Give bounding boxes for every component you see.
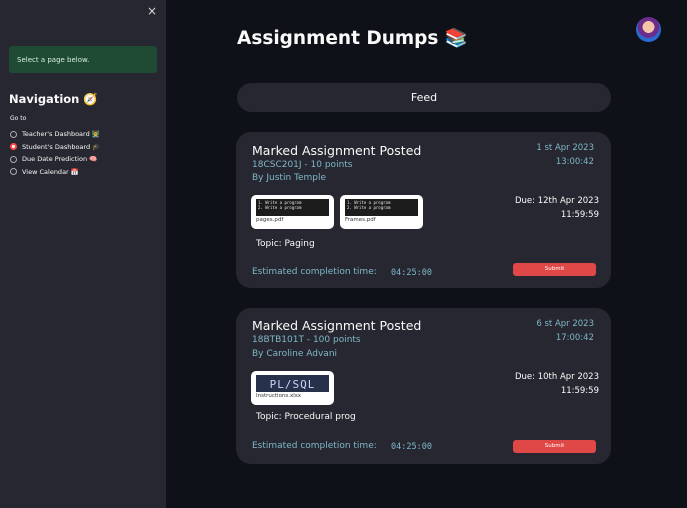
submit-button[interactable]: Submit [513, 263, 596, 276]
posted-date: 1 st Apr 2023 [536, 143, 594, 153]
due-time: 11:59:59 [560, 386, 599, 396]
radio-label: Due Date Prediction 🧠 [22, 155, 98, 164]
radio-icon [10, 155, 17, 163]
estimated-time-label: Estimated completion time: [252, 267, 377, 277]
radio-label: Student's Dashboard 🎓 [22, 142, 101, 151]
attachment-preview: 1. Write a program 2. Write a program [256, 199, 329, 216]
sidebar: × Select a page below. Navigation 🧭 Go t… [0, 0, 166, 508]
radio-due-date-prediction[interactable]: Due Date Prediction 🧠 [10, 153, 100, 166]
page-radio-group: Teacher's Dashboard 👨‍🏫 Student's Dashbo… [10, 128, 100, 178]
due-date: Due: 12th Apr 2023 [514, 196, 599, 206]
attachments: PL/SQL Instructions.xlsx [251, 371, 334, 405]
card-title: Marked Assignment Posted [252, 318, 422, 333]
close-sidebar-button[interactable]: × [147, 4, 157, 18]
radio-label: Teacher's Dashboard 👨‍🏫 [22, 130, 100, 139]
course-code: 18CSC201J - 10 points [252, 160, 353, 170]
radio-selected-icon [10, 143, 17, 151]
attachment-preview: PL/SQL [256, 375, 329, 392]
radio-students-dashboard[interactable]: Student's Dashboard 🎓 [10, 141, 100, 154]
user-avatar-icon[interactable] [636, 17, 661, 42]
info-box: Select a page below. [9, 46, 157, 73]
assignment-card: Marked Assignment Posted 18BTB101T - 100… [236, 308, 611, 464]
attachment-file[interactable]: 1. Write a program 2. Write a program pag… [251, 195, 334, 229]
topic: Topic: Paging [256, 239, 315, 249]
estimated-time-value: 04:25:00 [391, 268, 432, 278]
attachment-name: pages.pdf [256, 217, 284, 223]
estimated-time-value: 04:25:00 [391, 442, 432, 452]
page-title: Assignment Dumps 📚 [237, 28, 468, 49]
author: By Justin Temple [252, 173, 327, 183]
posted-date: 6 st Apr 2023 [536, 319, 594, 329]
course-code: 18BTB101T - 100 points [252, 335, 361, 345]
radio-icon [10, 130, 17, 138]
attachment-file[interactable]: 1. Write a program 2. Write a program Fra… [340, 195, 423, 229]
attachment-preview: 1. Write a program 2. Write a program [345, 199, 418, 216]
submit-button[interactable]: Submit [513, 440, 596, 453]
assignment-card: Marked Assignment Posted 18CSC201J - 10 … [236, 132, 611, 288]
radio-label: View Calendar 📅 [22, 167, 79, 176]
radio-teachers-dashboard[interactable]: Teacher's Dashboard 👨‍🏫 [10, 128, 100, 141]
posted-time: 13:00:42 [555, 157, 594, 167]
attachments: 1. Write a program 2. Write a program pag… [251, 195, 423, 229]
card-title: Marked Assignment Posted [252, 143, 422, 158]
topic: Topic: Procedural prog [256, 412, 356, 422]
goto-label: Go to [10, 115, 27, 122]
navigation-title: Navigation 🧭 [9, 92, 98, 106]
due-time: 11:59:59 [560, 210, 599, 220]
due-date: Due: 10th Apr 2023 [514, 372, 599, 382]
attachment-name: Instructions.xlsx [256, 393, 301, 399]
posted-time: 17:00:42 [555, 333, 594, 343]
attachment-name: Frames.pdf [345, 217, 376, 223]
estimated-time-label: Estimated completion time: [252, 441, 377, 451]
radio-view-calendar[interactable]: View Calendar 📅 [10, 166, 100, 179]
author: By Caroline Advani [252, 349, 338, 359]
radio-icon [10, 168, 17, 176]
attachment-file[interactable]: PL/SQL Instructions.xlsx [251, 371, 334, 405]
tab-feed[interactable]: Feed [237, 83, 611, 112]
